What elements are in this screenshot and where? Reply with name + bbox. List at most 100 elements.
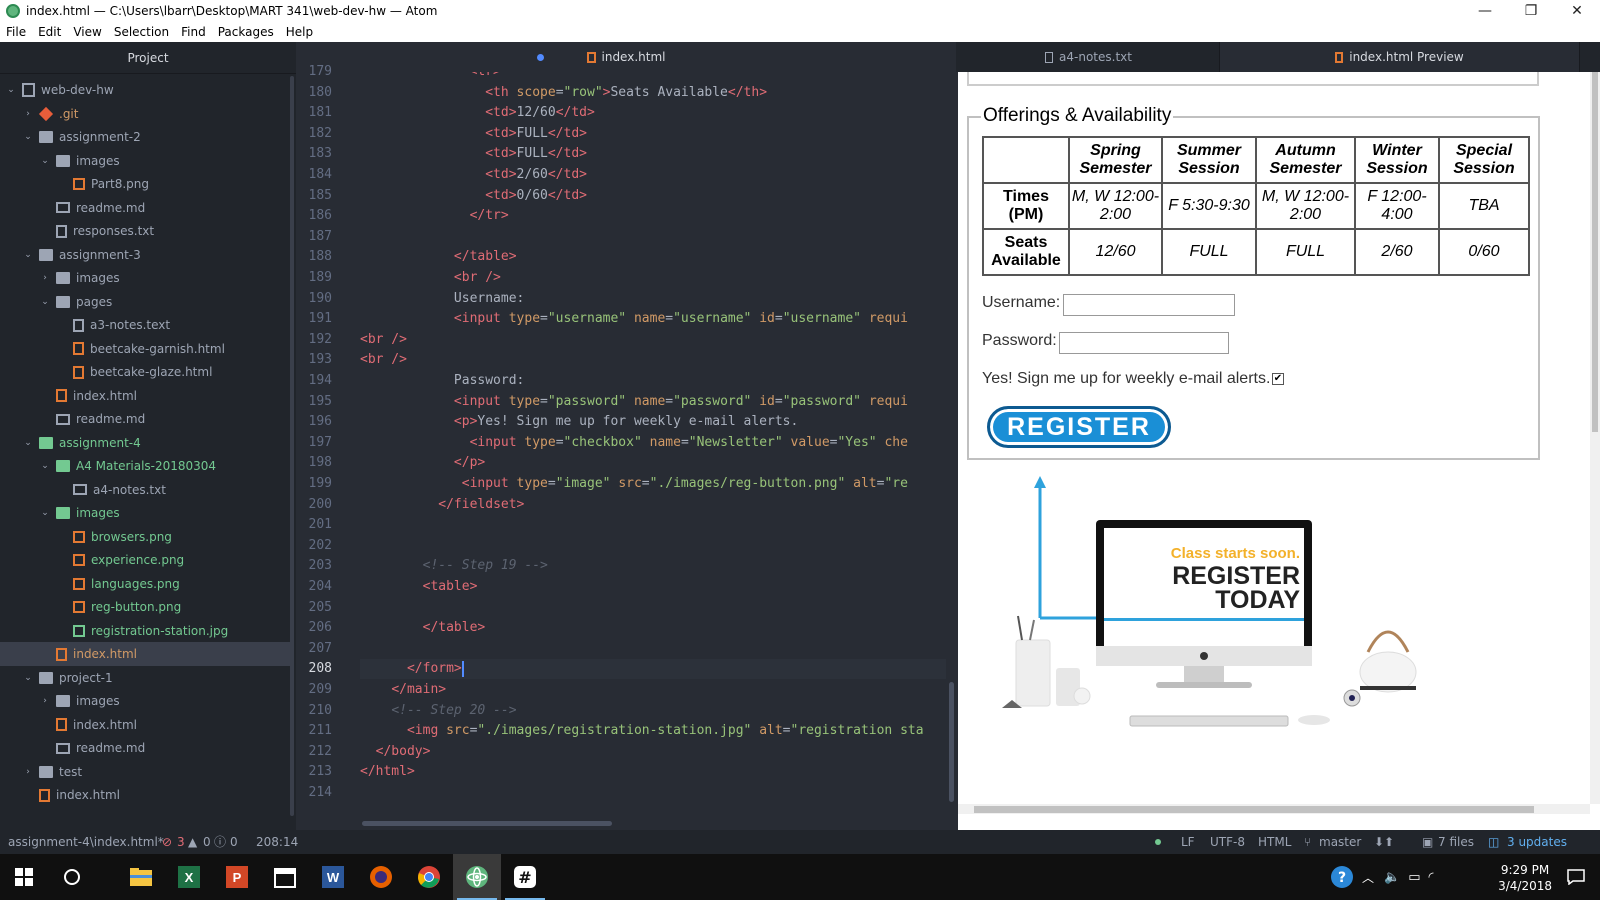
chevron-down-icon[interactable]: ⌄ — [23, 673, 33, 683]
menu-edit[interactable]: Edit — [38, 25, 61, 39]
tree-item[interactable]: ⌄ project-1 — [0, 666, 290, 690]
code-line[interactable]: <img src = "./images/registration-station.… — [360, 721, 924, 741]
code-line[interactable]: <td>0/60</td> — [360, 186, 587, 206]
code-line[interactable]: </p> — [360, 453, 485, 473]
code-line[interactable]: <br /> — [360, 268, 501, 288]
tree-item[interactable]: ⌄ assignment-3 — [0, 243, 290, 267]
tree-scrollbar[interactable] — [290, 76, 294, 816]
code-line[interactable]: <td>2/60</td> — [360, 165, 587, 185]
line-number[interactable]: 179 — [296, 62, 332, 82]
line-number[interactable]: 214 — [296, 783, 332, 803]
line-number[interactable]: 199 — [296, 474, 332, 494]
code-line[interactable]: <input type="username" name="username" i… — [360, 309, 908, 329]
line-number[interactable]: 180 — [296, 83, 332, 103]
tree-item[interactable]: ⌄ A4 Materials-20180304 — [0, 454, 290, 478]
help-icon[interactable]: ? — [1330, 865, 1354, 889]
line-number[interactable]: 190 — [296, 289, 332, 309]
code-line[interactable]: </form> — [360, 659, 464, 679]
tree-item[interactable]: a3-notes.text — [0, 313, 290, 337]
word-button[interactable]: W — [309, 854, 357, 900]
chevron-right-icon[interactable]: › — [23, 767, 33, 777]
chevron-down-icon[interactable]: ⌄ — [40, 508, 50, 518]
register-button[interactable]: REGISTER — [987, 406, 1171, 448]
tree-item[interactable]: ⌄ assignment-2 — [0, 125, 290, 149]
line-number[interactable]: 208 — [296, 659, 332, 679]
code-line[interactable]: </body> — [360, 742, 431, 762]
tab-index-html[interactable]: index.html — [296, 42, 956, 72]
chrome-button[interactable] — [405, 854, 453, 900]
code-line[interactable]: </main> — [360, 680, 446, 700]
tree-item[interactable]: responses.txt — [0, 219, 290, 243]
editor-vertical-scrollbar[interactable] — [949, 682, 954, 802]
code-line[interactable]: <br /> — [360, 330, 407, 350]
chevron-down-icon[interactable]: ⌄ — [40, 156, 50, 166]
firefox-button[interactable] — [357, 854, 405, 900]
chevron-right-icon[interactable]: › — [23, 109, 33, 119]
line-number[interactable]: 186 — [296, 206, 332, 226]
menu-find[interactable]: Find — [181, 25, 206, 39]
code-line[interactable]: <th scope="row">Seats Available</th> — [360, 83, 767, 103]
tree-item[interactable]: languages.png — [0, 572, 290, 596]
chevron-down-icon[interactable]: ⌄ — [23, 132, 33, 142]
password-input[interactable] — [1059, 332, 1229, 354]
code-line[interactable]: <td>12/60</td> — [360, 103, 595, 123]
menu-help[interactable]: Help — [286, 25, 313, 39]
scroll-thumb[interactable] — [1592, 72, 1598, 432]
editor-horizontal-scrollbar[interactable] — [362, 821, 612, 826]
line-number[interactable]: 211 — [296, 721, 332, 741]
tree-item[interactable]: readme.md — [0, 196, 290, 220]
close-button[interactable]: ✕ — [1554, 0, 1600, 22]
tree-item[interactable]: reg-button.png — [0, 595, 290, 619]
tree-item[interactable]: beetcake-glaze.html — [0, 360, 290, 384]
tree-item[interactable]: Part8.png — [0, 172, 290, 196]
info-count[interactable]: 0 — [230, 830, 238, 854]
line-number[interactable]: 207 — [296, 639, 332, 659]
tree-item[interactable]: ⌄ pages — [0, 290, 290, 314]
code-line[interactable]: </table> — [360, 618, 486, 638]
battery-icon[interactable]: ▭ — [1408, 870, 1420, 885]
tree-item[interactable]: index.html — [0, 384, 290, 408]
line-number[interactable]: 196 — [296, 412, 332, 432]
chevron-down-icon[interactable]: ⌄ — [40, 461, 50, 471]
code-line[interactable]: <!-- Step 19 --> — [360, 556, 548, 576]
line-number[interactable]: 197 — [296, 433, 332, 453]
newsletter-checkbox[interactable]: ✔ — [1272, 373, 1284, 385]
tree-item[interactable]: index.html — [0, 642, 290, 666]
wifi-icon[interactable]: ◜ — [1429, 870, 1434, 885]
line-number[interactable]: 194 — [296, 371, 332, 391]
action-center-button[interactable] — [1552, 854, 1600, 900]
git-branch[interactable]: master — [1319, 830, 1361, 854]
tree-item[interactable]: readme.md — [0, 407, 290, 431]
line-number[interactable]: 203 — [296, 556, 332, 576]
tree-item[interactable]: index.html — [0, 783, 290, 807]
maximize-button[interactable]: ❐ — [1508, 0, 1554, 22]
tree-item[interactable]: beetcake-garnish.html — [0, 337, 290, 361]
line-number[interactable]: 193 — [296, 350, 332, 370]
code-line[interactable]: <td>FULL</td> — [360, 144, 587, 164]
tree-item[interactable]: › .git — [0, 102, 290, 126]
modified-indicator-icon[interactable] — [537, 54, 544, 61]
code-line[interactable]: <br /> — [360, 350, 407, 370]
status-file-path[interactable]: assignment-4\index.html* — [8, 830, 164, 854]
scroll-thumb[interactable] — [974, 806, 1534, 813]
grammar-selector[interactable]: HTML — [1258, 830, 1291, 854]
preview-horizontal-scrollbar[interactable] — [958, 804, 1590, 814]
code-area[interactable]: <tr> <th scope="row">Seats Available</th… — [360, 72, 946, 812]
line-number[interactable]: 213 — [296, 762, 332, 782]
tree-item[interactable]: index.html — [0, 713, 290, 737]
warning-icon[interactable]: ▲ — [188, 830, 197, 854]
tree-header[interactable]: Project — [0, 42, 296, 74]
line-number[interactable]: 202 — [296, 536, 332, 556]
menu-selection[interactable]: Selection — [114, 25, 169, 39]
excel-button[interactable]: X — [165, 854, 213, 900]
file-encoding[interactable]: UTF-8 — [1210, 830, 1245, 854]
line-number[interactable]: 198 — [296, 453, 332, 473]
code-line[interactable]: Username: — [360, 289, 524, 309]
username-input[interactable] — [1063, 294, 1235, 316]
line-number[interactable]: 192 — [296, 330, 332, 350]
search-button[interactable] — [48, 854, 96, 900]
volume-icon[interactable]: 🔈 — [1384, 870, 1400, 885]
start-button[interactable] — [0, 854, 48, 900]
line-number[interactable]: 206 — [296, 618, 332, 638]
line-number[interactable]: 195 — [296, 392, 332, 412]
